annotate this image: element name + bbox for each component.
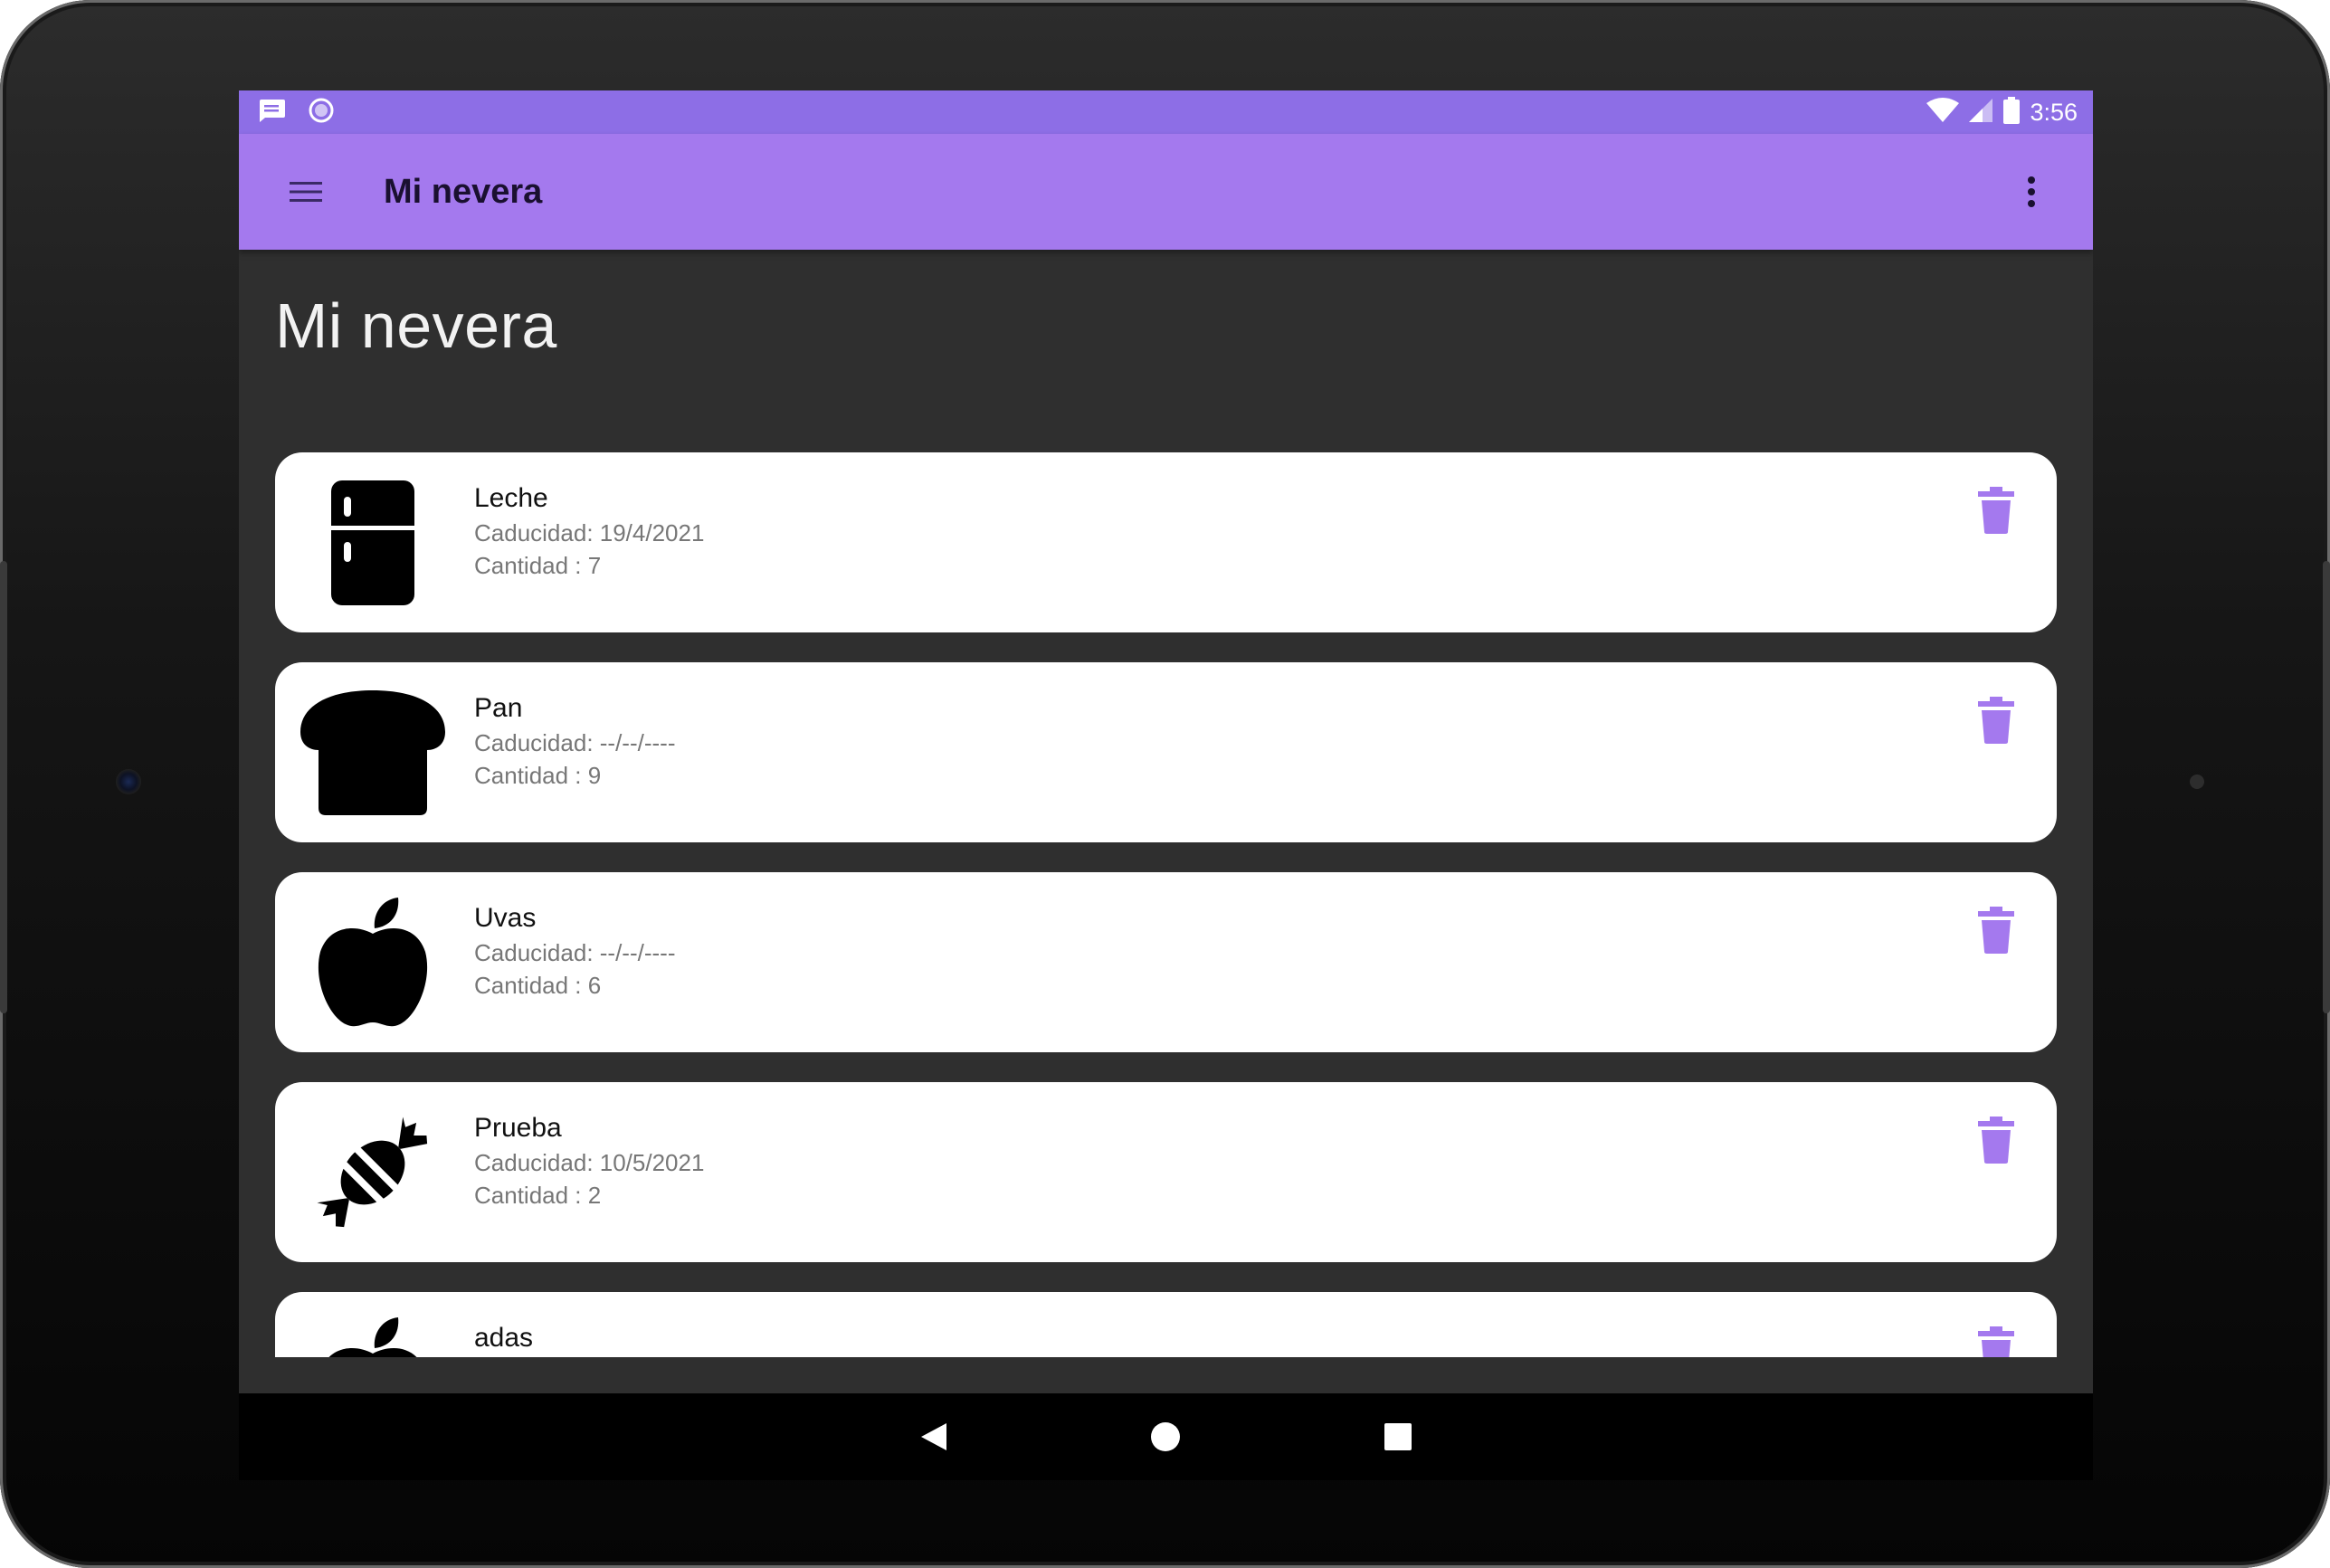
list-item[interactable]: Prueba Caducidad: 10/5/2021 Cantidad : 2 [275,1082,2057,1262]
item-name: Uvas [474,903,537,933]
item-name: adas [474,1323,534,1353]
apple-icon [300,1312,445,1357]
delete-icon[interactable] [1976,1326,2016,1357]
navigation-bar [239,1393,2093,1480]
power-button [2323,561,2330,1013]
recents-icon[interactable] [1376,1415,1420,1459]
list-item[interactable]: adas [275,1292,2057,1357]
item-quantity: Cantidad : 2 [474,1182,602,1209]
bread-icon [300,682,445,822]
product-list: Leche Caducidad: 19/4/2021 Cantidad : 7 … [275,452,2057,1357]
back-icon[interactable] [912,1415,956,1459]
battery-icon [2002,96,2021,128]
hamburger-menu-icon[interactable] [284,170,328,214]
delete-icon[interactable] [1976,1117,2016,1165]
item-name: Pan [474,693,523,723]
fridge-icon [300,472,445,613]
app-bar-title: Mi nevera [384,173,543,211]
list-item[interactable]: Uvas Caducidad: --/--/---- Cantidad : 6 [275,872,2057,1052]
item-expiry: Caducidad: 19/4/2021 [474,519,705,546]
message-icon [257,98,286,128]
candy-icon [300,1102,445,1242]
item-expiry: Caducidad: --/--/---- [474,939,676,966]
item-quantity: Cantidad : 6 [474,972,602,999]
item-name: Leche [474,483,548,513]
more-vert-icon[interactable] [2010,170,2053,214]
item-expiry: Caducidad: --/--/---- [474,729,676,756]
delete-icon[interactable] [1976,487,2016,536]
list-item[interactable]: Pan Caducidad: --/--/---- Cantidad : 9 [275,662,2057,842]
apple-icon [300,892,445,1032]
list-item[interactable]: Leche Caducidad: 19/4/2021 Cantidad : 7 [275,452,2057,632]
item-name: Prueba [474,1113,562,1143]
delete-icon[interactable] [1976,697,2016,746]
page-title: Mi nevera [275,290,557,361]
home-icon[interactable] [1144,1415,1187,1459]
screen: 3:56 Mi nevera Mi nevera Leche Caducidad… [239,90,2093,1393]
status-bar: 3:56 [239,90,2093,134]
sync-circle-icon [308,97,335,128]
delete-icon[interactable] [1976,907,2016,955]
status-time: 3:56 [2030,98,2078,126]
cell-signal-icon [1968,98,1993,128]
item-quantity: Cantidad : 9 [474,762,602,789]
front-camera [116,769,141,794]
item-quantity: Cantidad : 7 [474,552,602,579]
wifi-icon [1926,97,1960,128]
app-bar: Mi nevera [239,134,2093,250]
volume-button [0,561,7,1013]
tablet-device-frame: 3:56 Mi nevera Mi nevera Leche Caducidad… [0,0,2330,1568]
light-sensor [2190,774,2204,789]
item-expiry: Caducidad: 10/5/2021 [474,1149,705,1176]
